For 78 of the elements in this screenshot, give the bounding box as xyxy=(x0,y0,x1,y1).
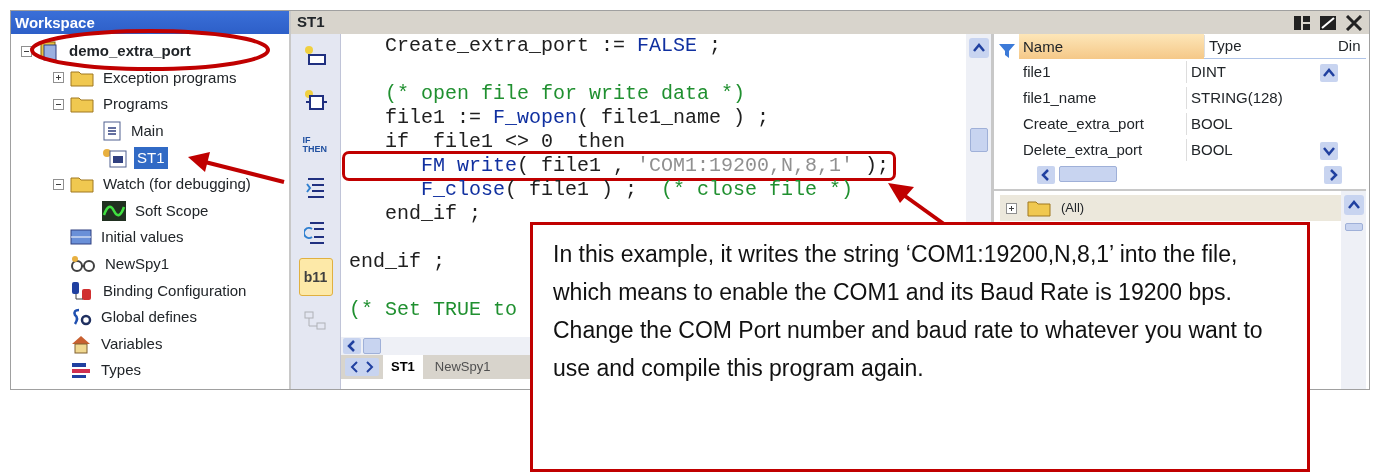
folder-icon xyxy=(70,95,94,114)
code-line: end_if ; xyxy=(384,202,482,226)
filter-icon[interactable] xyxy=(998,41,1016,60)
table-cell-text: file1 xyxy=(1022,61,1052,82)
tree-item[interactable]: Exception programs xyxy=(100,66,240,89)
tree-item[interactable]: NewSpy1 xyxy=(102,253,173,276)
maximize-icon[interactable] xyxy=(1319,14,1337,31)
code-line: end_if ; xyxy=(349,250,445,274)
scroll-thumb[interactable] xyxy=(1059,166,1117,182)
project-icon xyxy=(38,41,60,62)
document-icon xyxy=(102,121,122,142)
network-icon xyxy=(302,309,329,333)
scroll-up-icon[interactable] xyxy=(1343,195,1364,215)
column-header[interactable]: Type xyxy=(1204,34,1334,58)
tree-item[interactable]: Global defines xyxy=(98,306,200,329)
editor-tab[interactable]: NewSpy1 xyxy=(426,355,499,379)
scroll-left-icon[interactable] xyxy=(1037,166,1055,184)
tree-item[interactable]: demo_extra_port xyxy=(66,40,194,63)
defines-icon xyxy=(70,307,92,328)
column-header[interactable]: Name xyxy=(1019,33,1204,59)
tree-item[interactable]: Binding Configuration xyxy=(100,279,250,302)
collapse-toggle-icon[interactable] xyxy=(53,178,64,190)
toolbar-button[interactable]: b11 xyxy=(298,258,333,296)
table-cell-text: file1_name xyxy=(1022,87,1098,108)
tab-scroll-icon[interactable] xyxy=(345,358,379,376)
code-line: Create_extra_port := FALSE ; xyxy=(384,34,722,58)
collapse-toggle-icon[interactable] xyxy=(53,99,64,110)
window-title: ST1 xyxy=(297,12,325,33)
binding-icon xyxy=(70,280,94,301)
scroll-down-icon[interactable] xyxy=(1320,141,1338,160)
folder-icon xyxy=(70,68,94,87)
table-icon xyxy=(70,229,92,246)
scroll-thumb[interactable] xyxy=(969,128,988,152)
scroll-up-icon[interactable] xyxy=(1320,63,1338,82)
code-line: (* open file for write data *) xyxy=(384,82,746,106)
glasses-icon xyxy=(70,255,96,274)
types-icon xyxy=(70,361,92,380)
panel-title: Workspace xyxy=(11,11,289,34)
tree-item[interactable]: Watch (for debugging) xyxy=(100,173,254,196)
table-cell-text: Delete_extra_port xyxy=(1022,139,1144,160)
table-cell: BOOL xyxy=(1186,138,1316,162)
table-cell-text: Create_extra_port xyxy=(1022,113,1145,134)
scroll-thumb[interactable] xyxy=(363,338,381,354)
code-line: if file1 <> 0 then xyxy=(384,130,626,154)
house-icon xyxy=(70,333,92,354)
code-line: F_close( file1 ) ; (* close file *) xyxy=(420,178,854,202)
tree-item[interactable]: ST1 xyxy=(134,146,168,169)
close-icon[interactable] xyxy=(1345,14,1363,31)
tree-item[interactable]: Types xyxy=(98,359,145,382)
table-cell: DINT xyxy=(1186,60,1316,84)
scroll-up-icon[interactable] xyxy=(968,38,989,58)
editor-tab[interactable]: ST1 xyxy=(383,355,423,379)
tree-item[interactable]: (All) xyxy=(1061,198,1085,218)
code-line: file1 := F_wopen( file1_name ) ; xyxy=(384,106,770,130)
expand-toggle-icon[interactable] xyxy=(53,72,64,84)
tree-item[interactable]: Initial values xyxy=(98,226,187,249)
table-cell: STRING(128) xyxy=(1186,86,1316,110)
toolbar-button[interactable]: IF THEN xyxy=(298,126,333,164)
code-line: (* Set TRUE to xyxy=(349,298,518,322)
scroll-right-icon[interactable] xyxy=(1324,166,1342,184)
tree-item[interactable]: Programs xyxy=(100,93,172,116)
expand-toggle-icon[interactable] xyxy=(1006,202,1017,214)
folder-icon xyxy=(70,175,94,194)
callout-text: In this example, it writes the string ‘COM1:19200,N,8,1’ into the file, which means to enable the COM1 and its Baud Rate is 19200 bps. Change the COM Port number and baud rate to whatever you want to use and compile this program again. xyxy=(553,240,1264,383)
tile-icon[interactable] xyxy=(1293,14,1311,31)
tree-item[interactable]: Variables xyxy=(98,332,166,355)
code-line: FM write( file1 , 'COM1:19200,N,8,1' ); xyxy=(420,154,890,178)
waveform-icon xyxy=(102,200,126,221)
step-icon xyxy=(302,89,329,113)
folder-icon xyxy=(1027,199,1051,217)
table-cell: BOOL xyxy=(1186,112,1316,136)
scroll-left-icon[interactable] xyxy=(343,338,361,354)
document-icon xyxy=(102,147,128,168)
column-header[interactable]: Din xyxy=(1334,34,1366,58)
scroll-thumb[interactable] xyxy=(1344,223,1363,231)
collapse-toggle-icon[interactable] xyxy=(21,45,32,57)
tree-item[interactable]: Soft Scope xyxy=(132,199,212,222)
tree-item[interactable]: Main xyxy=(128,120,167,143)
